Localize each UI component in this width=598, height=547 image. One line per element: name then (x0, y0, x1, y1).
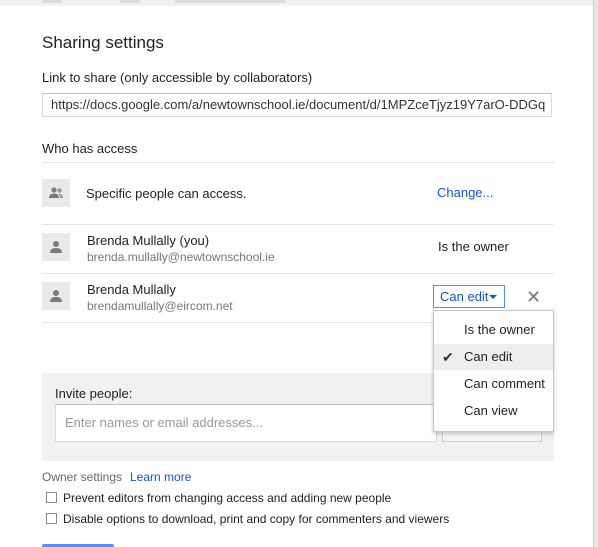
prevent-editors-label: Prevent editors from changing access and… (63, 491, 392, 505)
menu-item-label: Can view (464, 403, 518, 418)
disable-download-label: Disable options to download, print and c… (63, 512, 450, 526)
menu-item-label: Is the owner (464, 322, 535, 337)
person-name: Brenda Mullally (you) (87, 233, 210, 248)
permission-menu: Is the owner ✔ Can edit Can comment Can … (433, 310, 554, 432)
person-icon (42, 233, 70, 261)
menu-item-label: Can edit (464, 349, 513, 364)
disable-download-checkbox[interactable] (46, 513, 57, 524)
background-tab (120, 0, 140, 3)
owner-role-text: Is the owner (438, 239, 509, 254)
person-email: brenda.mullally@newtownschool.ie (87, 250, 275, 264)
general-access-text: Specific people can access. (86, 186, 247, 201)
menu-item-can-view[interactable]: Can view (434, 398, 553, 424)
checkmark-icon: ✔ (442, 349, 454, 365)
person-email: brendamullally@eircom.net (87, 299, 233, 313)
change-access-link[interactable]: Change... (437, 185, 493, 200)
close-icon[interactable]: ✕ (526, 287, 541, 307)
share-link-field[interactable]: https://docs.google.com/a/newtownschool.… (42, 93, 552, 117)
invite-label: Invite people: (55, 386, 133, 401)
invite-input[interactable]: Enter names or email addresses... (55, 404, 437, 442)
divider (42, 224, 554, 225)
link-label: Link to share (only accessible by collab… (42, 70, 313, 85)
permission-dropdown-value: Can edit (440, 289, 489, 304)
menu-item-label: Can comment (464, 376, 545, 391)
background-window-strip (0, 0, 598, 6)
menu-item-is-owner[interactable]: Is the owner (434, 317, 553, 343)
owner-settings-label: Owner settings (42, 470, 123, 484)
person-name: Brenda Mullally (87, 282, 176, 297)
learn-more-link[interactable]: Learn more (130, 470, 191, 484)
divider (42, 162, 554, 163)
who-has-access-label: Who has access (42, 141, 138, 156)
person-icon (42, 282, 70, 310)
background-tab (42, 0, 62, 3)
background-tab (175, 0, 285, 3)
people-icon (42, 179, 70, 207)
prevent-editors-checkbox[interactable] (46, 492, 57, 503)
divider (42, 273, 554, 274)
menu-item-can-comment[interactable]: Can comment (434, 371, 553, 397)
menu-item-can-edit[interactable]: ✔ Can edit (434, 344, 553, 370)
window-edge (594, 0, 598, 547)
dialog-title: Sharing settings (42, 33, 164, 52)
caret-down-icon (489, 295, 497, 299)
permission-dropdown[interactable]: Can edit (433, 285, 505, 308)
